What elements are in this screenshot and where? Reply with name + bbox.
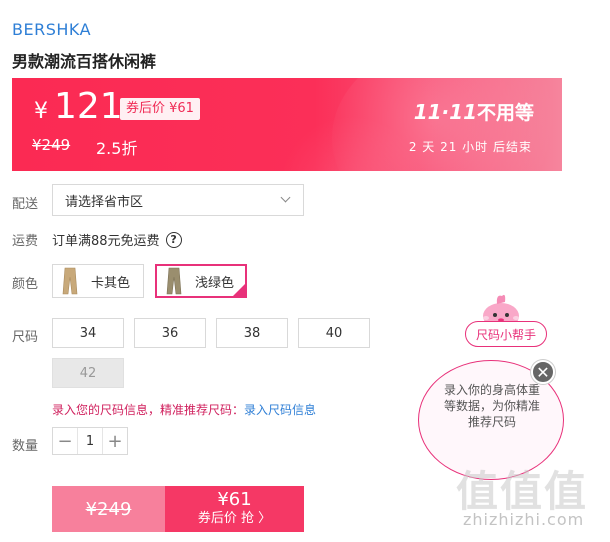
discount-rate: 2.5折 [96, 139, 138, 158]
buy-original-price: ¥249 [52, 486, 165, 532]
current-price-value: 121 [54, 86, 123, 127]
region-select-value: 请选择省市区 [65, 194, 144, 210]
product-title: 男款潮流百搭休闲裤 [12, 52, 157, 71]
size-hint-text: 录入您的尺码信息，精准推荐尺码： [52, 403, 245, 417]
size-hint: 录入您的尺码信息，精准推荐尺码：录入尺码信息 [52, 401, 316, 418]
color-option-label: 卡其色 [91, 275, 131, 291]
promo-date: 11·11 [413, 100, 477, 124]
close-icon[interactable]: ✕ [531, 360, 555, 384]
pants-thumbnail-icon [163, 267, 185, 295]
help-icon[interactable]: ? [165, 231, 182, 248]
buy-coupon-section: ¥61 券后价 抢 〉 [165, 486, 304, 532]
buy-action-label: 券后价 抢 〉 [197, 511, 272, 526]
watermark-text: zhizhizhi.com [463, 510, 585, 529]
checkmark-icon: ✓ [236, 283, 244, 293]
size-option-38[interactable]: 38 [216, 318, 288, 348]
brand-name[interactable]: BERSHKA [12, 20, 91, 39]
size-helper-button[interactable]: 尺码小帮手 [465, 321, 547, 347]
size-label: 尺码 [12, 330, 39, 345]
shipping-info: 订单满88元免运费 ? [52, 230, 182, 249]
original-price: ¥249 [32, 136, 71, 154]
currency-symbol: ¥ [34, 99, 48, 124]
current-price: ¥ 121 [34, 86, 123, 127]
shipping-text: 订单满88元免运费 [52, 234, 160, 249]
increase-button[interactable]: + [103, 428, 127, 454]
color-option-light-green[interactable]: 浅绿色 ✓ [155, 264, 247, 298]
region-select[interactable]: 请选择省市区 [52, 184, 304, 216]
coupon-price-tag: 券后价 ¥61 [120, 98, 200, 120]
promo-label: 不用等 [476, 102, 534, 124]
quantity-label: 数量 [12, 439, 39, 454]
color-option-khaki[interactable]: 卡其色 [52, 264, 144, 298]
size-helper-text: 录入你的身高体重等数据，为你精准推荐尺码 [443, 383, 540, 429]
buy-coupon-price: ¥61 [217, 489, 252, 510]
shipping-label: 运费 [12, 234, 39, 249]
pants-thumbnail-icon [59, 267, 81, 295]
buy-button[interactable]: ¥249 ¥61 券后价 抢 〉 [52, 486, 304, 532]
price-banner: ¥ 121 券后价 ¥61 ¥249 2.5折 11·11不用等 2 天 21 … [12, 78, 562, 171]
quantity-input[interactable]: 1 [77, 428, 103, 454]
size-option-40[interactable]: 40 [298, 318, 370, 348]
size-option-36[interactable]: 36 [134, 318, 206, 348]
countdown-timer: 2 天 21 小时 后结束 [408, 140, 532, 154]
size-option-34[interactable]: 34 [52, 318, 124, 348]
color-option-label: 浅绿色 [195, 275, 235, 291]
chevron-down-icon [280, 192, 291, 203]
quantity-stepper: − 1 + [52, 427, 128, 455]
promo-badge: 11·11不用等 [414, 98, 534, 125]
size-option-42: 42 [52, 358, 124, 388]
delivery-label: 配送 [12, 197, 39, 212]
enter-size-link[interactable]: 录入尺码信息 [244, 403, 316, 417]
color-label: 颜色 [12, 277, 39, 292]
decrease-button[interactable]: − [53, 428, 77, 454]
